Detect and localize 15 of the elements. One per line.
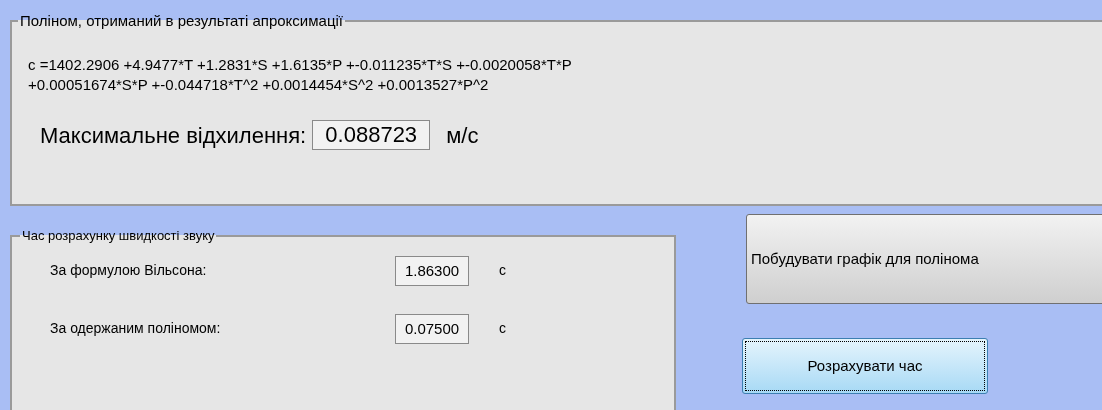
calculate-time-button[interactable]: Розрахувати час xyxy=(742,338,988,394)
formula-text: c =1402.2906 +4.9477*T +1.2831*S +1.6135*P +-0.011235*T*S +-0.0020058*T*P xyxy=(28,54,573,75)
time-field: 0.07500 xyxy=(395,313,469,344)
time-label: За формулою Вільсона: xyxy=(50,261,208,280)
max-deviation-field: 0.088723 xyxy=(312,120,431,150)
polynomial-group-title: Поліном, отриманий в результаті апроксимації xyxy=(19,11,344,31)
unit-text: м/с xyxy=(446,121,479,150)
build-graph-button[interactable]: Побудувати графік для полінома xyxy=(746,214,1102,304)
unit-text: с xyxy=(499,319,506,338)
time-field: 1.86300 xyxy=(395,255,469,286)
time-label: За одержаним поліномом: xyxy=(50,319,222,338)
formula-text: +0.00051674*S*P +-0.044718*T^2 +0.0014454*S^2 +0.0013527*P^2 xyxy=(28,74,490,95)
unit-text: с xyxy=(499,261,506,280)
timing-group-title: Час розрахунку швидкості звуку xyxy=(21,227,216,245)
max-deviation-label: Максимальне відхилення: xyxy=(40,121,307,150)
